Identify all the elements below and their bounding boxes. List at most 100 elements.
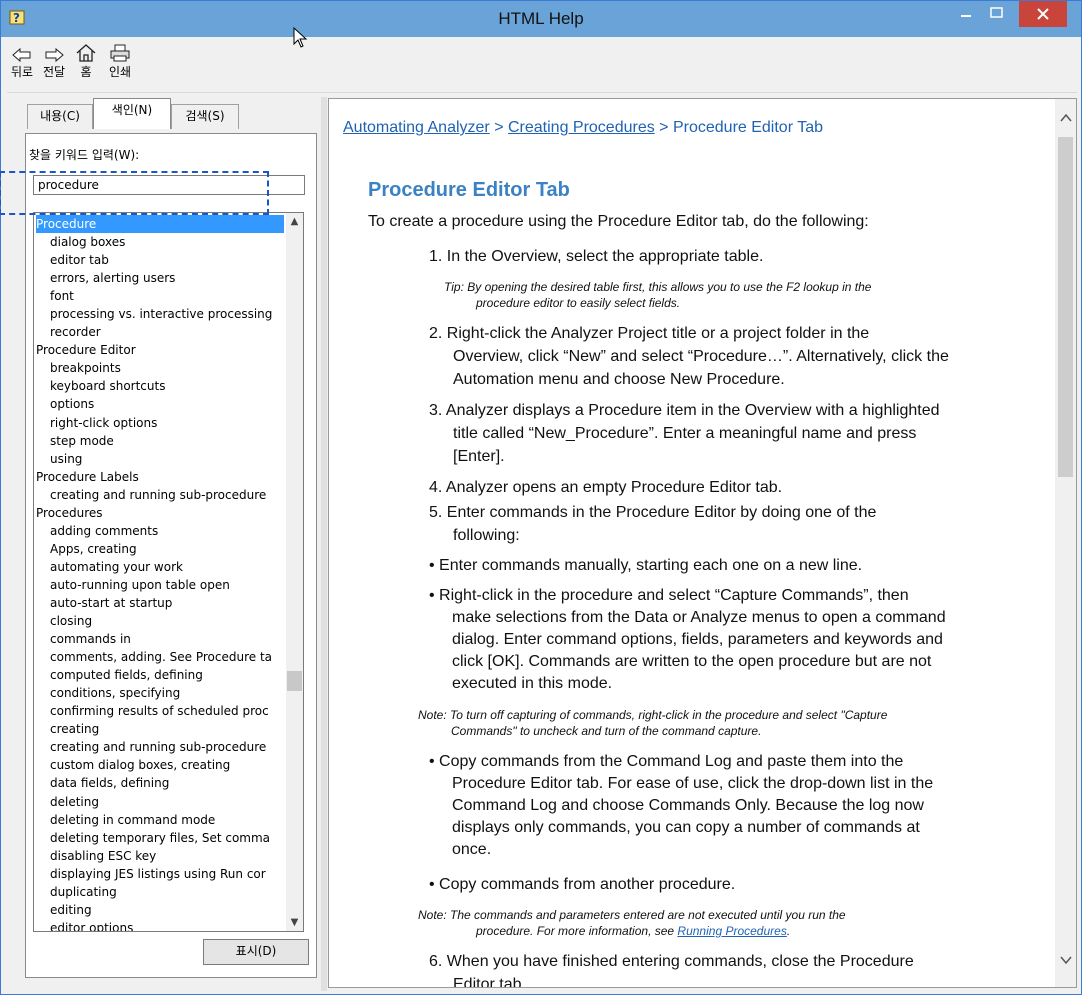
tab-search[interactable]: 검색(S) — [171, 104, 239, 129]
index-list-item[interactable]: Procedure Editor — [36, 341, 284, 359]
page-title: Procedure Editor Tab — [368, 179, 570, 201]
index-list-item[interactable]: using — [36, 450, 284, 468]
pane-splitter[interactable] — [321, 97, 327, 991]
topic-scrollbar[interactable] — [1055, 99, 1076, 987]
index-list-item[interactable]: creating and running sub-procedure — [36, 486, 284, 504]
step-6-line-2: Editor tab. — [453, 976, 526, 988]
keyword-label: 찾을 키워드 입력(W): — [29, 148, 140, 162]
index-list-item[interactable]: adding comments — [36, 522, 284, 540]
tab-search-label: 검색(S) — [185, 109, 225, 123]
index-list-item[interactable]: commands in — [36, 630, 284, 648]
printer-icon — [110, 44, 130, 62]
index-list-item[interactable]: creating and running sub-procedure — [36, 738, 284, 756]
step-3-line-1: 3. Analyzer displays a Procedure item in… — [429, 402, 940, 419]
tip-line-2: procedure editor to easily select fields… — [476, 296, 681, 310]
index-list-item[interactable]: duplicating — [36, 883, 284, 901]
note-2-period: . — [786, 924, 791, 938]
tab-contents[interactable]: 내용(C) — [27, 104, 93, 129]
index-list-item[interactable]: data fields, defining — [36, 774, 284, 792]
index-list-item[interactable]: options — [36, 395, 284, 413]
index-list-item[interactable]: closing — [36, 612, 284, 630]
index-list-item[interactable]: conditions, specifying — [36, 684, 284, 702]
index-list[interactable]: Procedure dialog boxes editor tab errors, a… — [33, 212, 304, 932]
navigation-pane: 내용(C) 색인(N) 검색(S) 찾을 키워드 입력(W): procedur… — [19, 98, 319, 988]
index-list-item[interactable]: disabling ESC key — [36, 847, 284, 865]
running-procedures-link[interactable]: Running Procedures — [677, 924, 786, 938]
index-list-item[interactable]: creating — [36, 720, 284, 738]
scroll-up-arrow-icon[interactable]: ▲ — [286, 213, 303, 230]
note-2-line-1: Note: The commands and parameters entere… — [418, 908, 846, 922]
bullet-1: • Enter commands manually, starting each… — [429, 557, 863, 574]
print-label: 인쇄 — [108, 65, 132, 79]
index-list-item[interactable]: editor options — [36, 919, 284, 931]
step-5-line-2: following: — [453, 527, 520, 544]
step-2-line-2: Overview, click “New” and select “Proced… — [453, 348, 949, 365]
bullet-4: • Copy commands from another procedure. — [429, 876, 736, 893]
index-list-item[interactable]: automating your work — [36, 558, 284, 576]
index-list-item[interactable]: Apps, creating — [36, 540, 284, 558]
index-list-items: Procedure dialog boxes editor tab errors, a… — [36, 215, 284, 931]
title-bar[interactable]: ? HTML Help — [1, 1, 1081, 37]
scroll-up-chevron-icon[interactable] — [1060, 113, 1072, 123]
index-list-item[interactable]: processing vs. interactive processing — [36, 305, 284, 323]
tip-line-1: Tip: By opening the desired table first,… — [444, 280, 872, 294]
bullet-2-line-2: make selections from the Data or Analyze… — [452, 609, 946, 626]
index-list-scrollbar[interactable]: ▲ ▼ — [286, 213, 303, 931]
home-label: 홈 — [80, 65, 92, 79]
intro-text: To create a procedure using the Procedur… — [368, 213, 869, 230]
index-list-item[interactable]: font — [36, 287, 284, 305]
home-button[interactable]: 홈 — [71, 41, 101, 80]
step-3-line-3: [Enter]. — [453, 448, 505, 465]
index-list-item[interactable]: recorder — [36, 323, 284, 341]
breadcrumb-separator: > — [654, 119, 673, 136]
index-list-item[interactable]: confirming results of scheduled proc — [36, 702, 284, 720]
note-1-line-2: Commands" to uncheck and turn of the com… — [451, 724, 762, 738]
print-button[interactable]: 인쇄 — [105, 41, 135, 80]
index-list-item[interactable]: deleting — [36, 793, 284, 811]
index-list-item[interactable]: right-click options — [36, 414, 284, 432]
bullet-3-line-3: Command Log and choose Commands Only. Be… — [452, 797, 924, 814]
index-list-item[interactable]: custom dialog boxes, creating — [36, 756, 284, 774]
step-4: 4. Analyzer opens an empty Procedure Edi… — [429, 479, 783, 496]
close-icon — [1037, 8, 1049, 20]
scroll-down-arrow-icon[interactable]: ▼ — [286, 914, 303, 931]
index-list-item[interactable]: Procedure Labels — [36, 468, 284, 486]
index-list-item[interactable]: step mode — [36, 432, 284, 450]
scroll-down-chevron-icon[interactable] — [1060, 955, 1072, 965]
maximize-button[interactable] — [982, 3, 1012, 31]
index-list-item[interactable]: Procedures — [36, 504, 284, 522]
step-5-line-1: 5. Enter commands in the Procedure Edito… — [429, 504, 877, 521]
index-list-item[interactable]: auto-running upon table open — [36, 576, 284, 594]
topic-scroll-thumb[interactable] — [1058, 137, 1073, 477]
back-button[interactable]: 뒤로 — [7, 41, 37, 80]
display-button[interactable]: 표시(D) — [203, 939, 309, 965]
index-list-item[interactable]: Procedure — [36, 215, 284, 234]
index-list-item[interactable]: breakpoints — [36, 359, 284, 377]
index-list-item[interactable]: displaying JES listings using Run cor — [36, 865, 284, 883]
index-list-item[interactable]: editing — [36, 901, 284, 919]
index-list-item[interactable]: keyboard shortcuts — [36, 377, 284, 395]
scroll-thumb[interactable] — [287, 671, 302, 691]
note-1-line-1: Note: To turn off capturing of commands,… — [418, 708, 888, 722]
breadcrumb-link-automating-analyzer[interactable]: Automating Analyzer — [343, 119, 490, 136]
index-list-item[interactable]: computed fields, defining — [36, 666, 284, 684]
tab-index[interactable]: 색인(N) — [93, 98, 171, 129]
index-list-item[interactable]: editor tab — [36, 251, 284, 269]
toolbar: 뒤로 전달 홈 인쇄 — [7, 41, 1079, 91]
step-3-line-2: title called “New_Procedure”. Enter a me… — [453, 425, 917, 442]
index-list-item[interactable]: deleting in command mode — [36, 811, 284, 829]
note-2-text: procedure. For more information, see — [476, 924, 678, 938]
index-list-item[interactable]: deleting temporary files, Set comma — [36, 829, 284, 847]
minimize-button[interactable] — [951, 3, 981, 31]
close-button[interactable] — [1019, 1, 1067, 27]
index-list-item[interactable]: dialog boxes — [36, 233, 284, 251]
bullet-2-line-1: • Right-click in the procedure and selec… — [429, 587, 909, 604]
breadcrumb-link-creating-procedures[interactable]: Creating Procedures — [508, 119, 655, 136]
index-list-item[interactable]: comments, adding. See Procedure ta — [36, 648, 284, 666]
forward-button[interactable]: 전달 — [39, 41, 69, 80]
index-list-item[interactable]: auto-start at startup — [36, 594, 284, 612]
index-list-item[interactable]: errors, alerting users — [36, 269, 284, 287]
home-icon — [76, 44, 96, 62]
bullet-2-line-5: executed in this mode. — [452, 675, 613, 692]
tab-contents-label: 내용(C) — [40, 109, 80, 123]
